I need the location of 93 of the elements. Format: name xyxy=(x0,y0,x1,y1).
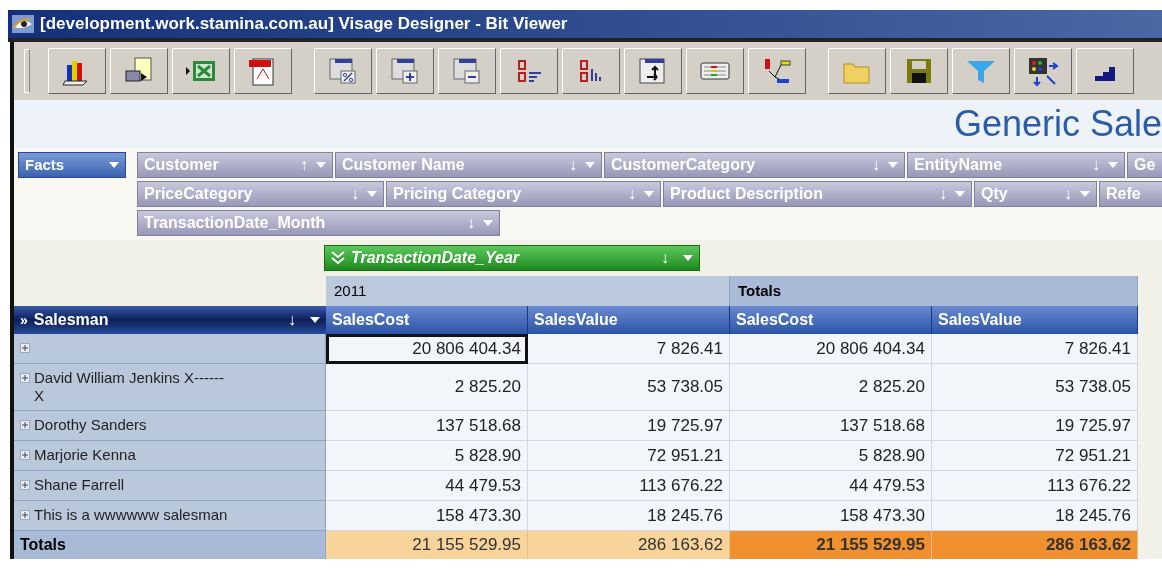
dropdown-caret-icon xyxy=(1108,162,1118,168)
field-chip[interactable]: Qty ↓ xyxy=(974,181,1097,207)
column-header: SalesCost xyxy=(730,306,932,334)
total-cell: 286 163.62 xyxy=(528,531,730,559)
dropdown-caret-icon xyxy=(955,191,965,197)
dropdown-caret-icon xyxy=(683,255,693,261)
filter-icon[interactable] xyxy=(952,48,1010,94)
table-cell: 44 479.53 xyxy=(326,471,528,501)
table-cell: 2 825.20 xyxy=(730,364,932,411)
field-chip[interactable]: Customer Name ↓ xyxy=(335,152,602,178)
save-icon[interactable] xyxy=(890,48,948,94)
expand-icon[interactable] xyxy=(20,450,30,460)
table-cell: 19 725.97 xyxy=(528,411,730,441)
table-cell: 137 518.68 xyxy=(730,411,932,441)
pdf-document-icon[interactable] xyxy=(234,48,292,94)
table-cell: 53 738.05 xyxy=(932,364,1138,411)
table-cell: 72 951.21 xyxy=(932,441,1138,471)
field-chip[interactable]: PriceCategory ↓ xyxy=(137,181,384,207)
table-cell: 72 951.21 xyxy=(528,441,730,471)
expand-icon[interactable] xyxy=(20,510,30,520)
double-chevron-icon xyxy=(331,251,345,265)
facts-button[interactable]: Facts xyxy=(18,152,126,178)
table-cell: 113 676.22 xyxy=(932,471,1138,501)
column-group-header: 2011 xyxy=(326,276,730,306)
salesman-name: Marjorie Kenna xyxy=(34,446,137,464)
field-chip[interactable]: EntityName ↓ xyxy=(907,152,1125,178)
digits-lines-icon[interactable] xyxy=(500,48,558,94)
field-chip[interactable]: Product Description ↓ xyxy=(663,181,972,207)
window-title: [development.work.stamina.com.au] Visage Designer - Bit Viewer xyxy=(40,13,568,36)
dropdown-caret-icon xyxy=(316,162,326,168)
field-chip[interactable]: Customer ↑ xyxy=(137,152,333,178)
spreadsheet-icon[interactable] xyxy=(172,48,230,94)
salesman-name: David William Jenkins X------X xyxy=(34,369,225,405)
dropdown-caret-icon xyxy=(109,162,119,168)
dropdown-caret-icon xyxy=(483,220,493,226)
table-cell: 18 245.76 xyxy=(932,501,1138,531)
table-cell: 158 473.30 xyxy=(326,501,528,531)
table-minus-icon[interactable] xyxy=(438,48,496,94)
expand-icon[interactable] xyxy=(20,343,30,353)
table-cell: 53 738.05 xyxy=(528,364,730,411)
folder-icon[interactable] xyxy=(828,48,886,94)
dropdown-caret-icon xyxy=(310,317,320,323)
dropdown-caret-icon xyxy=(644,191,654,197)
salesman-name: This is a wwwwww salesman xyxy=(34,506,229,524)
table-cell: 113 676.22 xyxy=(528,471,730,501)
table-cell: 5 828.90 xyxy=(730,441,932,471)
table-cell: 2 825.20 xyxy=(326,364,528,411)
color-matrix-icon[interactable] xyxy=(1014,48,1072,94)
expand-icon[interactable] xyxy=(20,420,30,430)
table-cell: 7 826.41 xyxy=(932,334,1138,364)
column-field-chip[interactable]: TransactionDate_Year ↓ xyxy=(324,245,700,271)
grid-colors-icon[interactable] xyxy=(686,48,744,94)
table-cell: 137 518.68 xyxy=(326,411,528,441)
column-header: SalesCost xyxy=(326,306,528,334)
salesman-name: Dorothy Sanders xyxy=(34,416,148,434)
table-cell: 19 725.97 xyxy=(932,411,1138,441)
field-chip[interactable]: Ge xyxy=(1127,152,1162,178)
bar-chart-icon[interactable] xyxy=(48,48,106,94)
table-cell: 20 806 404.34 xyxy=(730,334,932,364)
dropdown-caret-icon xyxy=(367,191,377,197)
total-cell: 21 155 529.95 xyxy=(326,531,528,559)
table-cell: 5 828.90 xyxy=(326,441,528,471)
table-cell: 158 473.30 xyxy=(730,501,932,531)
connected-boxes-icon[interactable] xyxy=(748,48,806,94)
row-field-header[interactable]: » Salesman ↓ xyxy=(14,306,326,334)
column-group-header: Totals xyxy=(730,276,1138,306)
field-chip[interactable]: CustomerCategory ↓ xyxy=(604,152,905,178)
total-cell: 286 163.62 xyxy=(932,531,1138,559)
field-chip[interactable]: TransactionDate_Month ↓ xyxy=(137,210,500,236)
table-percent-icon[interactable] xyxy=(314,48,372,94)
totals-label: Totals xyxy=(20,535,66,555)
stairs-icon[interactable] xyxy=(1076,48,1134,94)
eye-icon xyxy=(12,15,34,33)
salesman-name: Shane Farrell xyxy=(34,476,126,494)
column-header: SalesValue xyxy=(932,306,1138,334)
table-cell: 18 245.76 xyxy=(528,501,730,531)
column-header: SalesValue xyxy=(528,306,730,334)
report-title: Generic Sale xyxy=(953,102,1162,146)
total-cell: 21 155 529.95 xyxy=(730,531,932,559)
table-plus-icon[interactable] xyxy=(376,48,434,94)
field-chip[interactable]: Pricing Category ↓ xyxy=(386,181,661,207)
dropdown-caret-icon xyxy=(1080,191,1090,197)
table-cell: 44 479.53 xyxy=(730,471,932,501)
dropdown-caret-icon xyxy=(888,162,898,168)
expand-all-glyph: » xyxy=(20,310,28,330)
table-cell: 20 806 404.34 xyxy=(326,334,528,364)
table-cell: 7 826.41 xyxy=(528,334,730,364)
digits-bars-icon[interactable] xyxy=(562,48,620,94)
expand-icon[interactable] xyxy=(20,373,30,383)
field-chip[interactable]: Refe xyxy=(1099,181,1162,207)
table-arrows-icon[interactable] xyxy=(624,48,682,94)
dropdown-caret-icon xyxy=(585,162,595,168)
expand-icon[interactable] xyxy=(20,480,30,490)
